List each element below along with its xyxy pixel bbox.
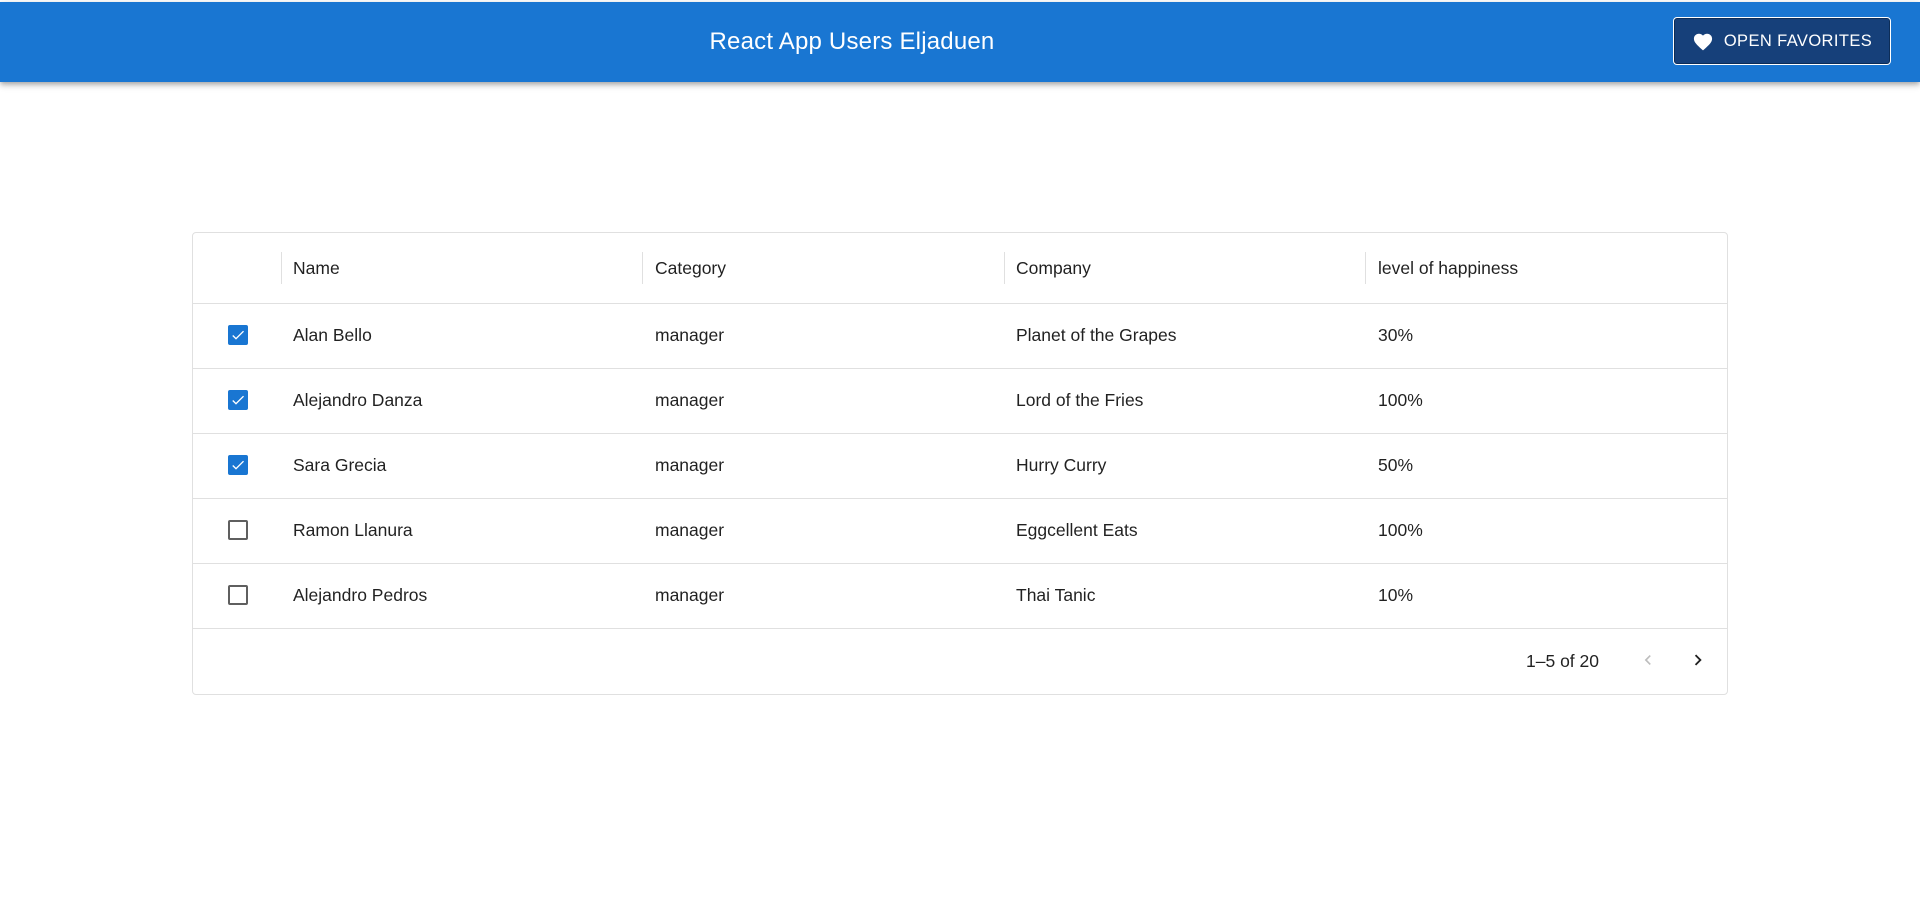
- next-page-button[interactable]: [1681, 645, 1715, 679]
- cell-category: manager: [655, 520, 725, 540]
- column-header-label: Name: [293, 257, 340, 278]
- column-header-category[interactable]: Category: [655, 233, 726, 303]
- cell-happiness: 10%: [1378, 585, 1414, 605]
- column-header-label: level of happiness: [1378, 257, 1519, 278]
- table-row[interactable]: Alejandro Pedros manager Thai Tanic 10%: [193, 563, 1727, 629]
- row-checkbox[interactable]: [228, 585, 248, 605]
- cell-name: Alejandro Pedros: [293, 585, 428, 605]
- cell-happiness: 30%: [1378, 325, 1414, 345]
- app-bar: React App Users Eljaduen OPEN FAVORITES: [0, 2, 1920, 82]
- pagination-info: 1–5 of 20: [1526, 651, 1599, 671]
- column-header-label: Category: [655, 257, 727, 278]
- row-checkbox[interactable]: [228, 455, 248, 475]
- grid-footer: 1–5 of 20: [193, 629, 1727, 694]
- open-favorites-label: OPEN FAVORITES: [1723, 31, 1873, 50]
- cell-company: Eggcellent Eats: [1016, 520, 1138, 540]
- cell-name: Alejandro Danza: [293, 390, 423, 410]
- cell-name: Ramon Llanura: [293, 520, 413, 540]
- cell-name: Alan Bello: [293, 325, 372, 345]
- users-data-grid: Name Category Company level of happiness…: [192, 232, 1728, 695]
- column-separator[interactable]: [642, 252, 643, 284]
- cell-company: Hurry Curry: [1016, 455, 1107, 475]
- cell-company: Planet of the Grapes: [1016, 325, 1177, 345]
- cell-company: Lord of the Fries: [1016, 390, 1144, 410]
- cell-company: Thai Tanic: [1016, 585, 1096, 605]
- app-title: React App Users Eljaduen: [709, 28, 995, 55]
- cell-category: manager: [655, 455, 725, 475]
- row-checkbox[interactable]: [228, 390, 248, 410]
- checkmark-icon: [232, 395, 244, 405]
- column-separator[interactable]: [1365, 252, 1366, 284]
- row-checkbox[interactable]: [228, 325, 248, 345]
- cell-happiness: 100%: [1378, 390, 1423, 410]
- column-header-label: Company: [1016, 257, 1091, 278]
- column-separator[interactable]: [1004, 252, 1005, 284]
- cell-category: manager: [655, 325, 725, 345]
- cell-happiness: 100%: [1378, 520, 1423, 540]
- table-row[interactable]: Alan Bello manager Planet of the Grapes 30%: [193, 303, 1727, 369]
- chevron-right-icon: [1687, 649, 1709, 676]
- row-checkbox[interactable]: [228, 520, 248, 540]
- previous-page-button[interactable]: [1631, 645, 1665, 679]
- cell-name: Sara Grecia: [293, 455, 387, 475]
- checkmark-icon: [232, 330, 244, 340]
- table-row[interactable]: Sara Grecia manager Hurry Curry 50%: [193, 433, 1727, 499]
- table-row[interactable]: Ramon Llanura manager Eggcellent Eats 100%: [193, 498, 1727, 564]
- grid-header-row: Name Category Company level of happiness: [193, 233, 1727, 304]
- column-header-company[interactable]: Company: [1016, 233, 1091, 303]
- open-favorites-button[interactable]: OPEN FAVORITES: [1673, 17, 1891, 65]
- chevron-left-icon: [1638, 650, 1658, 675]
- column-separator[interactable]: [281, 252, 282, 284]
- column-header-name[interactable]: Name: [293, 233, 340, 303]
- checkmark-icon: [232, 460, 244, 470]
- cell-category: manager: [655, 390, 725, 410]
- column-header-happiness[interactable]: level of happiness: [1378, 233, 1518, 303]
- cell-category: manager: [655, 585, 725, 605]
- table-row[interactable]: Alejandro Danza manager Lord of the Fries 1…: [193, 368, 1727, 434]
- cell-happiness: 50%: [1378, 455, 1414, 475]
- heart-icon: [1692, 31, 1714, 51]
